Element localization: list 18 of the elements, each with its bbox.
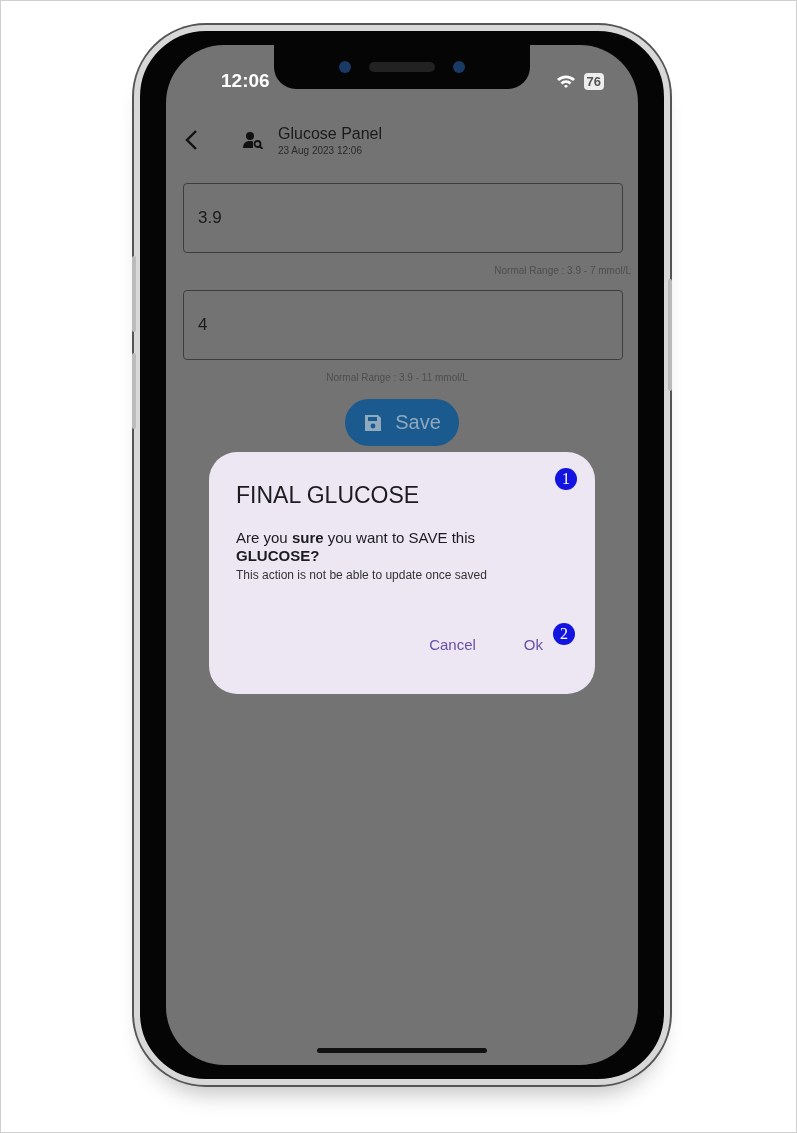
ok-button[interactable]: Ok — [517, 632, 549, 657]
wifi-icon — [555, 73, 576, 89]
save-button[interactable]: Save — [345, 399, 459, 446]
input-field[interactable]: 4 — [183, 290, 623, 360]
page-date: 23 Aug 2023 12:06 — [278, 144, 363, 156]
input-field[interactable]: 3.9 — [183, 183, 623, 253]
back-icon[interactable] — [184, 129, 198, 151]
number-marker: 1 — [555, 468, 577, 490]
cancel-button[interactable]: Cancel — [423, 632, 482, 657]
person-search-icon — [242, 131, 264, 149]
save-icon — [363, 412, 384, 433]
dialog-note: This action is not be able to update once saved — [236, 568, 488, 582]
page-title: Glucose Panel — [278, 124, 383, 143]
status-time: 12:06 — [221, 70, 270, 92]
dialog-title: FINAL GLUCOSE — [236, 482, 421, 509]
battery-level: 76 — [583, 72, 604, 90]
dialog-message: Are you sure you want to SAVE this GLUCOSE? — [236, 529, 477, 565]
number-marker: 2 — [553, 623, 575, 645]
